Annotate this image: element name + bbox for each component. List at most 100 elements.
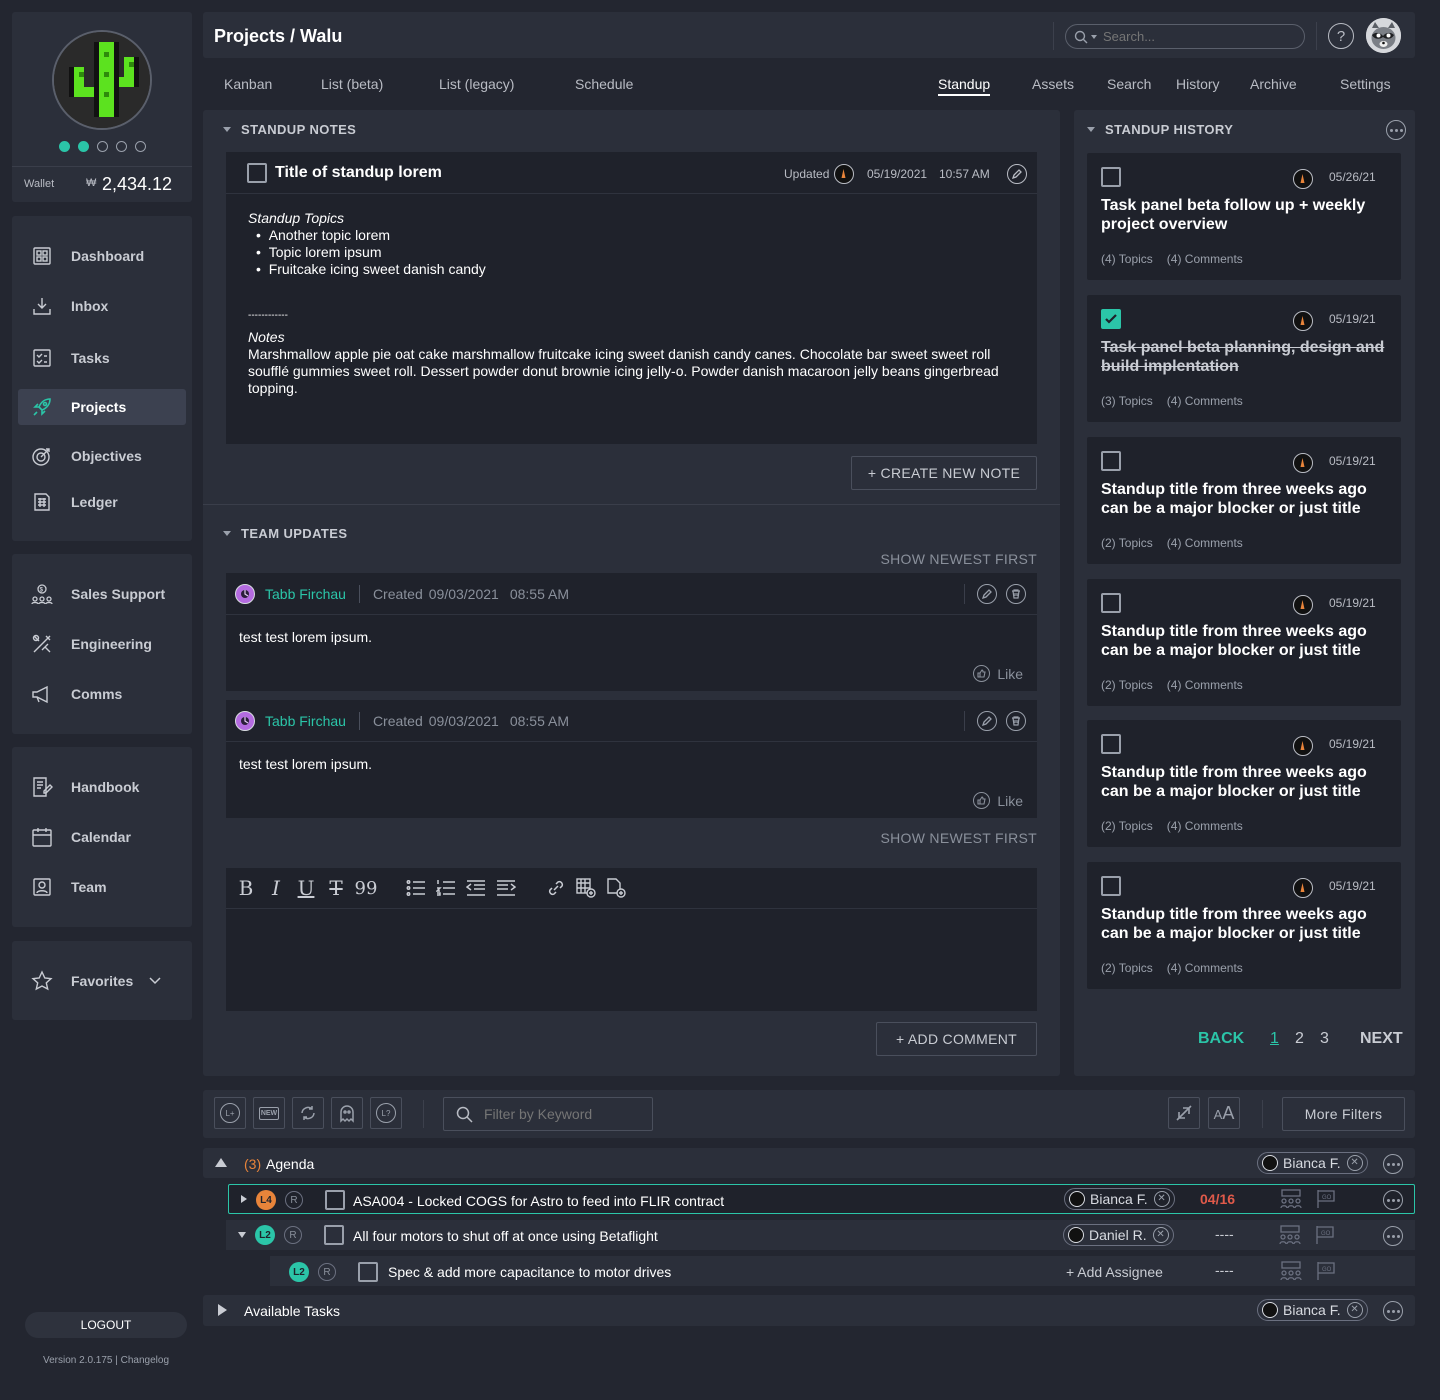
assignee-pill[interactable]: Daniel R. ✕ <box>1063 1224 1174 1246</box>
more-options-icon[interactable] <box>1383 1226 1403 1246</box>
tab-list-beta[interactable]: List (beta) <box>321 76 383 92</box>
note-checkbox[interactable] <box>247 163 267 183</box>
dot[interactable] <box>59 141 70 152</box>
remove-assignee-icon[interactable]: ✕ <box>1346 1302 1363 1318</box>
standup-history-card[interactable]: 05/19/21 Task panel beta planning, design… <box>1087 295 1401 422</box>
go-flag-icon[interactable]: GO <box>1315 1225 1335 1245</box>
tab-search[interactable]: Search <box>1107 76 1151 92</box>
history-title[interactable]: Standup title from three weeks ago can b… <box>1101 763 1391 801</box>
insert-table-icon[interactable] <box>574 876 598 900</box>
more-options-icon[interactable] <box>1383 1154 1403 1174</box>
logout-button[interactable]: LOGOUT <box>25 1312 187 1338</box>
history-checkbox[interactable] <box>1101 593 1121 613</box>
create-new-note-button[interactable]: + CREATE NEW NOTE <box>851 456 1037 490</box>
tab-history[interactable]: History <box>1176 76 1220 92</box>
text-size-button[interactable]: AA <box>1208 1097 1240 1129</box>
history-checkbox[interactable] <box>1101 734 1121 754</box>
insert-file-icon[interactable] <box>604 876 628 900</box>
team-icon[interactable] <box>1280 1261 1302 1281</box>
remove-assignee-icon[interactable]: ✕ <box>1346 1155 1363 1171</box>
go-flag-icon[interactable]: GO <box>1316 1261 1336 1281</box>
collapse-triangle-icon[interactable] <box>215 1158 227 1167</box>
standup-notes-header[interactable]: STANDUP NOTES <box>223 122 356 137</box>
pagination-next[interactable]: NEXT <box>1360 1030 1403 1048</box>
add-comment-button[interactable]: + ADD COMMENT <box>876 1022 1037 1056</box>
task-title[interactable]: Spec & add more capacitance to motor dri… <box>388 1264 671 1280</box>
recurring-badge[interactable]: R <box>285 1191 303 1209</box>
strikethrough-icon[interactable]: T <box>324 876 348 900</box>
like-button[interactable]: Like <box>973 792 1023 809</box>
team-icon[interactable] <box>1280 1189 1302 1209</box>
more-filters-button[interactable]: More Filters <box>1282 1097 1405 1131</box>
like-button[interactable]: Like <box>973 665 1023 682</box>
remove-assignee-icon[interactable]: ✕ <box>1152 1227 1169 1243</box>
history-checkbox[interactable] <box>1101 167 1121 187</box>
keyword-filter[interactable] <box>443 1097 653 1131</box>
italic-icon[interactable]: I <box>264 876 288 900</box>
edit-icon[interactable] <box>1007 164 1027 184</box>
history-title[interactable]: Standup title from three weeks ago can b… <box>1101 905 1391 943</box>
recurring-badge[interactable]: R <box>318 1263 336 1281</box>
standup-history-card[interactable]: 05/26/21 Task panel beta follow up + week… <box>1087 153 1401 280</box>
history-title[interactable]: Standup title from three weeks ago can b… <box>1101 480 1391 518</box>
task-checkbox[interactable] <box>325 1190 345 1210</box>
standup-history-card[interactable]: 05/19/21 Standup title from three weeks a… <box>1087 862 1401 989</box>
underline-icon[interactable]: U <box>294 876 318 900</box>
sidebar-item-calendar[interactable]: Calendar <box>18 819 186 855</box>
more-options-icon[interactable] <box>1383 1301 1403 1321</box>
sidebar-item-handbook[interactable]: Handbook <box>18 769 186 805</box>
task-row[interactable]: L4 R ASA004 - Locked COGS for Astro to f… <box>228 1184 1415 1214</box>
link-icon[interactable] <box>544 876 568 900</box>
sidebar-item-favorites[interactable]: Favorites <box>18 963 186 999</box>
available-tasks-group-header[interactable] <box>203 1295 1415 1326</box>
tab-list-legacy[interactable]: List (legacy) <box>439 76 514 92</box>
task-title[interactable]: ASA004 - Locked COGS for Astro to feed i… <box>353 1193 724 1209</box>
level-up-filter-button[interactable]: L+ <box>214 1097 246 1129</box>
version-text[interactable]: Version 2.0.175 | Changelog <box>12 1355 200 1366</box>
history-title[interactable]: Task panel beta planning, design and bui… <box>1101 338 1391 376</box>
standup-history-card[interactable]: 05/19/21 Standup title from three weeks a… <box>1087 579 1401 706</box>
sidebar-item-tasks[interactable]: Tasks <box>18 340 186 376</box>
tab-archive[interactable]: Archive <box>1250 76 1297 92</box>
dot[interactable] <box>78 141 89 152</box>
dot[interactable] <box>116 141 127 152</box>
sort-toggle-bottom[interactable]: SHOW NEWEST FIRST <box>880 830 1037 846</box>
sidebar-item-ledger[interactable]: Ledger <box>18 484 186 520</box>
new-filter-button[interactable]: NEW <box>253 1097 285 1129</box>
agenda-group-header[interactable] <box>203 1148 1415 1178</box>
history-checkbox[interactable] <box>1101 876 1121 896</box>
sidebar-item-dashboard[interactable]: Dashboard <box>18 238 186 274</box>
trash-icon[interactable] <box>1006 710 1026 731</box>
subtask-row[interactable]: L2 R Spec & add more capacitance to moto… <box>270 1256 1415 1286</box>
remove-assignee-icon[interactable]: ✕ <box>1153 1191 1170 1207</box>
collapse-button[interactable] <box>1168 1097 1200 1129</box>
author-name[interactable]: Tabb Firchau <box>265 586 346 602</box>
sort-toggle-top[interactable]: SHOW NEWEST FIRST <box>880 551 1037 567</box>
due-date[interactable]: 04/16 <box>1200 1191 1235 1207</box>
outdent-icon[interactable] <box>464 876 488 900</box>
indent-icon[interactable] <box>494 876 518 900</box>
user-avatar[interactable] <box>1366 18 1401 53</box>
assignee-pill[interactable]: Bianca F. ✕ <box>1064 1188 1175 1210</box>
edit-icon[interactable] <box>977 583 997 604</box>
assignee-pill[interactable]: Bianca F. ✕ <box>1257 1152 1368 1174</box>
quote-icon[interactable]: 99 <box>354 876 378 900</box>
sidebar-item-inbox[interactable]: Inbox <box>18 288 186 324</box>
cycle-filter-button[interactable] <box>292 1097 324 1129</box>
tab-assets[interactable]: Assets <box>1032 76 1074 92</box>
tab-kanban[interactable]: Kanban <box>224 76 272 92</box>
standup-history-header[interactable]: STANDUP HISTORY <box>1087 122 1233 137</box>
author-name[interactable]: Tabb Firchau <box>265 713 346 729</box>
tab-schedule[interactable]: Schedule <box>575 76 633 92</box>
sidebar-item-objectives[interactable]: Objectives <box>18 438 186 474</box>
dot[interactable] <box>97 141 108 152</box>
edit-icon[interactable] <box>977 710 997 731</box>
sidebar-item-projects[interactable]: Projects <box>18 389 186 425</box>
history-checkbox[interactable] <box>1101 309 1121 329</box>
sidebar-item-comms[interactable]: Comms <box>18 676 186 712</box>
go-flag-icon[interactable]: GO <box>1316 1189 1336 1209</box>
standup-history-card[interactable]: 05/19/21 Standup title from three weeks a… <box>1087 720 1401 847</box>
bullet-list-icon[interactable] <box>404 876 428 900</box>
numbered-list-icon[interactable] <box>434 876 458 900</box>
task-row[interactable]: L2 R All four motors to shut off at once… <box>226 1220 1415 1250</box>
